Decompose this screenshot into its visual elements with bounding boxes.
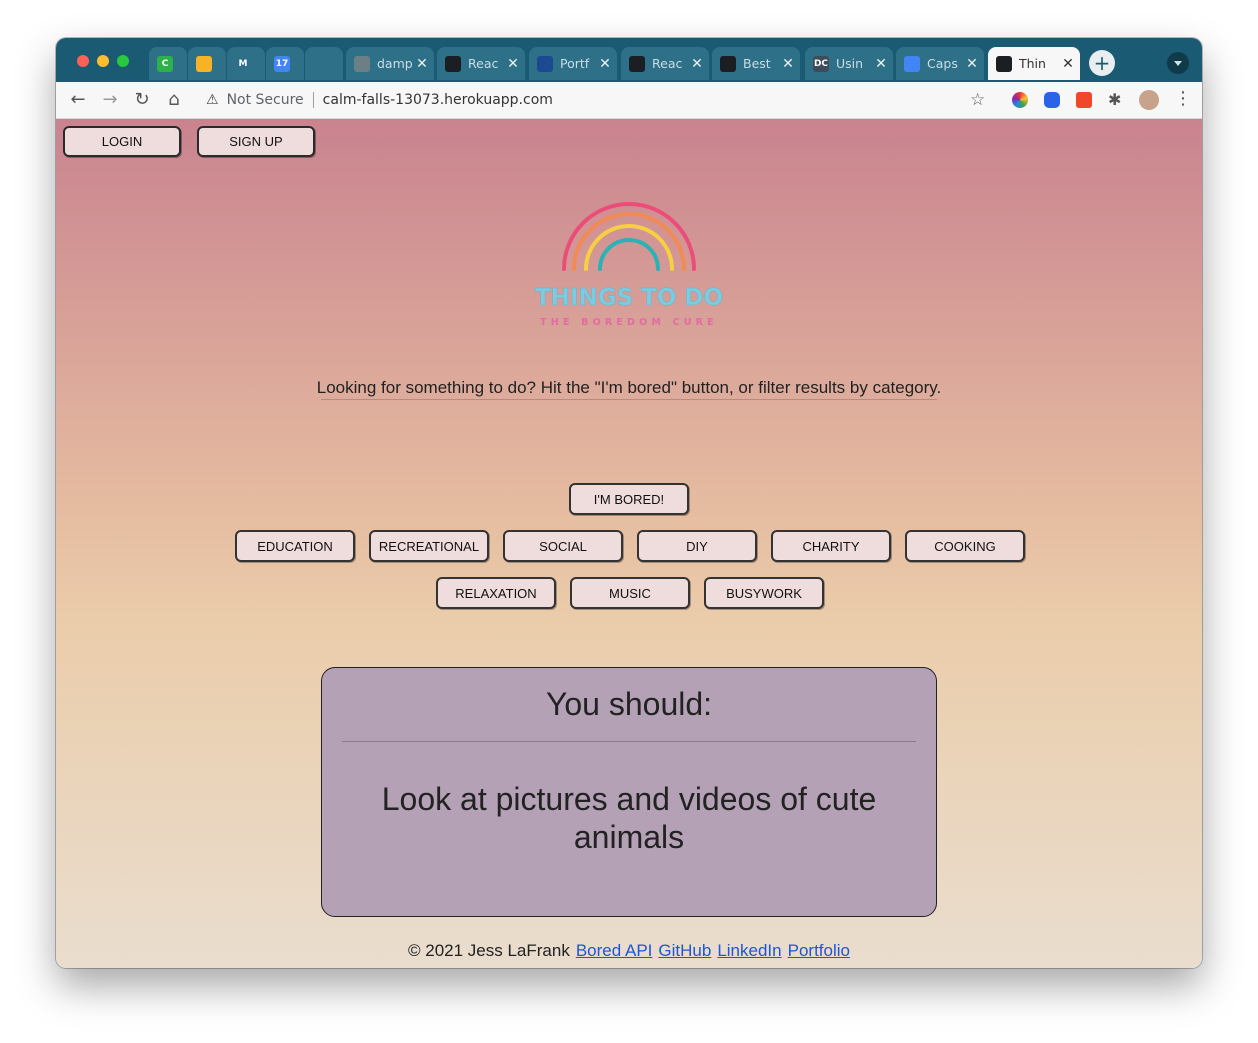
address-separator <box>312 92 314 108</box>
tab-label: Caps <box>927 56 958 71</box>
browser-tab[interactable]: Reac ✕ <box>437 47 525 80</box>
result-divider <box>342 741 916 742</box>
tab-favicon-icon: 17 <box>274 55 290 72</box>
tab-favicon-icon <box>996 55 1012 72</box>
category-button-cooking[interactable]: COOKING <box>905 530 1025 562</box>
category-button-busywork[interactable]: BUSYWORK <box>704 577 824 609</box>
tab-close-icon[interactable]: ✕ <box>689 56 705 72</box>
tab-favicon-icon <box>537 55 553 72</box>
intro-text: Looking for something to do? Hit the "I'… <box>316 378 942 397</box>
page-content: LOGIN SIGN UP THINGS TO DO THE BOREDOM C… <box>56 119 1202 968</box>
result-card: You should: Look at pictures and videos … <box>321 667 937 917</box>
things-to-do-logo: THINGS TO DO THE BOREDOM CURE <box>528 199 730 334</box>
logo-tagline: THE BOREDOM CURE <box>540 317 718 328</box>
maximize-window-button[interactable] <box>117 55 129 67</box>
category-button-charity[interactable]: CHARITY <box>771 530 891 562</box>
login-button[interactable]: LOGIN <box>63 126 181 157</box>
minimize-window-button[interactable] <box>97 55 109 67</box>
portfolio-link[interactable]: Portfolio <box>788 941 850 960</box>
tab-favicon-icon <box>904 55 920 72</box>
tab-strip: C M 17 damp ✕ Reac ✕ Portf ✕ Reac ✕ Best ✕ DC Usin ✕ Cap… <box>56 38 1202 82</box>
tab-close-icon[interactable]: ✕ <box>873 56 889 72</box>
tab-label: Reac <box>652 56 683 71</box>
browser-tab[interactable] <box>188 47 226 80</box>
browser-tab[interactable]: damp ✕ <box>346 47 434 80</box>
tab-favicon-icon: M <box>235 55 251 72</box>
browser-tab[interactable]: M <box>227 47 265 80</box>
linkedin-link[interactable]: LinkedIn <box>717 941 781 960</box>
close-window-button[interactable] <box>77 55 89 67</box>
tab-favicon-icon <box>629 55 645 72</box>
tab-favicon-icon <box>445 55 461 72</box>
back-arrow-icon[interactable]: ← <box>66 88 90 112</box>
new-tab-button[interactable]: + <box>1089 50 1115 76</box>
tab-favicon-icon: C <box>157 55 173 72</box>
copyright-text: © 2021 Jess LaFrank <box>408 941 570 960</box>
url-text: calm-falls-13073.herokuapp.com <box>322 92 553 108</box>
warning-icon: ⚠ <box>206 92 219 108</box>
browser-tab[interactable]: Portf ✕ <box>529 47 617 80</box>
logo-title: THINGS TO DO <box>535 285 723 311</box>
browser-tab[interactable] <box>305 47 343 80</box>
browser-toolbar: ← → ↻ ⌂ ⚠ Not Secure calm-falls-13073.he… <box>56 82 1202 119</box>
tab-favicon-icon <box>196 55 212 72</box>
tab-favicon-icon <box>720 55 736 72</box>
browser-window: C M 17 damp ✕ Reac ✕ Portf ✕ Reac ✕ Best ✕ DC Usin ✕ Cap… <box>56 38 1202 968</box>
tab-favicon-icon <box>354 55 370 72</box>
header-divider <box>321 399 937 400</box>
category-button-education[interactable]: EDUCATION <box>235 530 355 562</box>
extensions-icon[interactable]: ✱ <box>1108 92 1124 108</box>
tab-label: Usin <box>836 56 864 71</box>
reload-icon[interactable]: ↻ <box>130 88 154 112</box>
result-heading: You should: <box>545 686 713 722</box>
rainbow-logo-icon: THINGS TO DO THE BOREDOM CURE <box>535 202 723 328</box>
browser-tab[interactable]: DC Usin ✕ <box>805 47 893 80</box>
activity-text: Look at pictures and videos of cute anim… <box>381 781 877 855</box>
browser-tab[interactable]: Caps ✕ <box>896 47 984 80</box>
tab-close-icon[interactable]: ✕ <box>505 56 521 72</box>
tab-label: Reac <box>468 56 499 71</box>
tab-favicon-icon: DC <box>813 55 829 72</box>
browser-tab[interactable]: Best ✕ <box>712 47 800 80</box>
star-icon[interactable]: ☆ <box>970 90 985 110</box>
home-icon[interactable]: ⌂ <box>162 88 186 112</box>
security-label: Not Secure <box>226 92 304 108</box>
todoist-extension-icon[interactable] <box>1076 92 1092 108</box>
signup-button[interactable]: SIGN UP <box>197 126 315 157</box>
tab-label: Best <box>743 56 771 71</box>
category-button-diy[interactable]: DIY <box>637 530 757 562</box>
footer: © 2021 Jess LaFrank Bored API GitHub Linked… <box>56 941 1202 961</box>
tab-label: Portf <box>560 56 590 71</box>
tab-label: Thin <box>1019 56 1046 71</box>
category-button-relaxation[interactable]: RELAXATION <box>436 577 556 609</box>
tab-close-icon[interactable]: ✕ <box>964 56 980 72</box>
menu-icon[interactable]: ⋮ <box>1174 88 1192 109</box>
address-bar[interactable]: ⚠ Not Secure calm-falls-13073.herokuapp.… <box>198 86 998 114</box>
tab-close-icon[interactable]: ✕ <box>414 56 430 72</box>
browser-tab[interactable]: Reac ✕ <box>621 47 709 80</box>
browser-tab[interactable]: 17 <box>266 47 304 80</box>
browser-tab[interactable]: Thin ✕ <box>988 47 1080 80</box>
category-button-recreational[interactable]: RECREATIONAL <box>369 530 489 562</box>
avatar[interactable] <box>1139 90 1159 110</box>
github-link[interactable]: GitHub <box>658 941 711 960</box>
tab-close-icon[interactable]: ✕ <box>1060 56 1076 72</box>
im-bored-button[interactable]: I'M BORED! <box>569 483 689 515</box>
forward-arrow-icon[interactable]: → <box>98 88 122 112</box>
bookmark-extension-icon[interactable] <box>1044 92 1060 108</box>
tab-favicon-icon <box>313 55 329 72</box>
category-button-music[interactable]: MUSIC <box>570 577 690 609</box>
bored-api-link[interactable]: Bored API <box>576 941 653 960</box>
color-picker-extension-icon[interactable] <box>1012 92 1028 108</box>
category-button-social[interactable]: SOCIAL <box>503 530 623 562</box>
tab-close-icon[interactable]: ✕ <box>597 56 613 72</box>
tab-search-button[interactable] <box>1167 52 1189 74</box>
browser-tab[interactable]: C <box>149 47 187 80</box>
tab-label: damp <box>377 56 413 71</box>
tab-close-icon[interactable]: ✕ <box>780 56 796 72</box>
